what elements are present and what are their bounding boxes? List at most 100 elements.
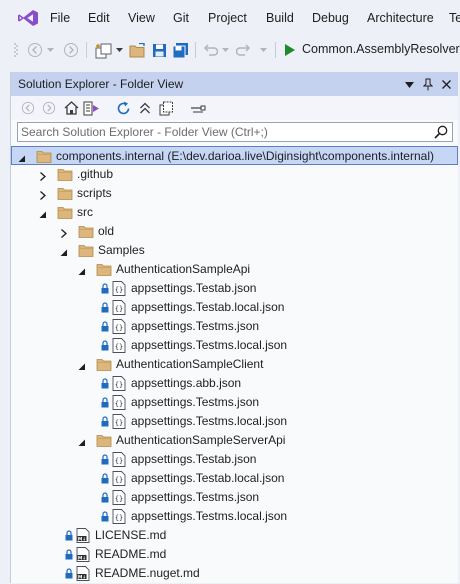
save-icon[interactable] bbox=[150, 41, 168, 59]
search-input[interactable] bbox=[21, 124, 421, 140]
new-project-icon[interactable] bbox=[93, 41, 113, 59]
tree-item[interactable]: {} appsettings.Testms.local.json bbox=[11, 412, 458, 431]
lock-icon bbox=[65, 530, 73, 541]
tree-item[interactable]: {} appsettings.Testms.local.json bbox=[11, 336, 458, 355]
markdown-file-icon: M↓ bbox=[75, 566, 91, 581]
lock-icon bbox=[101, 283, 109, 294]
json-file-icon: {} bbox=[111, 300, 127, 315]
toolbar-grip[interactable] bbox=[12, 41, 20, 59]
svg-text:{}: {} bbox=[115, 457, 123, 465]
forward-icon[interactable] bbox=[62, 41, 80, 59]
pin-icon[interactable] bbox=[421, 76, 435, 92]
redo-dropdown-icon[interactable] bbox=[258, 41, 268, 59]
tree-item-label: appsettings.Testab.json bbox=[131, 281, 257, 295]
properties-icon[interactable] bbox=[189, 99, 207, 117]
tree-item-label: appsettings.Testms.local.json bbox=[131, 414, 288, 428]
tree-item[interactable]: M↓ README.md bbox=[11, 545, 458, 564]
close-icon[interactable] bbox=[439, 76, 453, 92]
search-icon[interactable] bbox=[434, 125, 448, 142]
redo-icon[interactable] bbox=[235, 41, 253, 59]
tree-item-label: appsettings.Testms.json bbox=[131, 319, 260, 333]
tree-item-label: scripts bbox=[77, 186, 112, 200]
menu-build[interactable]: Build bbox=[266, 11, 294, 25]
expanded-chevron-icon[interactable] bbox=[77, 360, 86, 370]
menu-edit[interactable]: Edit bbox=[88, 11, 110, 25]
panel-title-bar: Solution Explorer - Folder View bbox=[11, 72, 458, 96]
menu-view[interactable]: View bbox=[128, 11, 155, 25]
tree-item-label: appsettings.Testms.local.json bbox=[131, 509, 288, 523]
menu-architecture[interactable]: Architecture bbox=[367, 11, 434, 25]
svg-text:M↓: M↓ bbox=[78, 574, 86, 580]
tree-item[interactable]: M↓ README.nuget.md bbox=[11, 564, 458, 583]
tree-item[interactable]: old bbox=[11, 222, 458, 241]
svg-text:{}: {} bbox=[115, 400, 123, 408]
lock-icon bbox=[65, 549, 73, 560]
main-toolbar: Common.AssemblyResolver.c bbox=[0, 36, 460, 64]
undo-icon[interactable] bbox=[201, 41, 219, 59]
tree-item[interactable]: {} appsettings.Testms.local.json bbox=[11, 507, 458, 526]
expanded-chevron-icon[interactable] bbox=[38, 208, 47, 218]
forward-icon[interactable] bbox=[40, 99, 58, 117]
home-icon[interactable] bbox=[62, 99, 80, 117]
folder-icon bbox=[57, 205, 73, 220]
collapse-all-icon[interactable] bbox=[136, 99, 154, 117]
menu-debug[interactable]: Debug bbox=[312, 11, 349, 25]
search-box[interactable] bbox=[17, 122, 453, 142]
expanded-chevron-icon[interactable] bbox=[77, 265, 86, 275]
folder-icon bbox=[78, 224, 94, 239]
menu-test[interactable]: Te bbox=[449, 11, 460, 25]
start-debugging-icon[interactable] bbox=[282, 41, 298, 59]
tree-item-label: README.nuget.md bbox=[95, 566, 200, 580]
tree-item-label: appsettings.Testab.local.json bbox=[131, 471, 285, 485]
expanded-chevron-icon[interactable] bbox=[17, 152, 26, 162]
tree-item[interactable]: {} appsettings.Testms.json bbox=[11, 488, 458, 507]
markdown-file-icon: M↓ bbox=[75, 547, 91, 562]
menu-project[interactable]: Project bbox=[208, 11, 247, 25]
tree-item[interactable]: AuthenticationSampleServerApi bbox=[11, 431, 458, 450]
expanded-chevron-icon[interactable] bbox=[59, 246, 68, 256]
save-all-icon[interactable] bbox=[171, 41, 189, 59]
back-icon[interactable] bbox=[26, 41, 44, 59]
json-file-icon: {} bbox=[111, 490, 127, 505]
back-dropdown-icon[interactable] bbox=[45, 41, 55, 59]
tree-item[interactable]: AuthenticationSampleApi bbox=[11, 260, 458, 279]
visual-studio-logo-icon[interactable] bbox=[17, 9, 39, 27]
tree-item[interactable]: {} appsettings.Testab.json bbox=[11, 279, 458, 298]
tree-item[interactable]: {} appsettings.Testab.local.json bbox=[11, 469, 458, 488]
tree-item[interactable]: {} appsettings.Testms.json bbox=[11, 393, 458, 412]
svg-text:{}: {} bbox=[115, 476, 123, 484]
tree-item[interactable]: src bbox=[11, 203, 458, 222]
tree-item[interactable]: M↓ LICENSE.md bbox=[11, 526, 458, 545]
undo-dropdown-icon[interactable] bbox=[220, 41, 230, 59]
collapsed-chevron-icon[interactable] bbox=[38, 189, 47, 200]
tree-item[interactable]: .github bbox=[11, 165, 458, 184]
tree-item[interactable]: AuthenticationSampleClient bbox=[11, 355, 458, 374]
tree-item[interactable]: {} appsettings.Testms.json bbox=[11, 317, 458, 336]
markdown-file-icon: M↓ bbox=[75, 528, 91, 543]
collapsed-chevron-icon[interactable] bbox=[38, 170, 47, 181]
menu-file[interactable]: File bbox=[50, 11, 70, 25]
tree-item-label: appsettings.Testms.local.json bbox=[131, 338, 288, 352]
tree-item[interactable]: scripts bbox=[11, 184, 458, 203]
open-folder-icon[interactable] bbox=[127, 41, 147, 59]
tree-item[interactable]: components.internal (E:\dev.darioa.live\… bbox=[11, 146, 458, 165]
tree-item-label: appsettings.Testab.local.json bbox=[131, 300, 285, 314]
tree-item[interactable]: {} appsettings.Testab.local.json bbox=[11, 298, 458, 317]
switch-views-icon[interactable] bbox=[82, 99, 100, 117]
lock-icon bbox=[101, 321, 109, 332]
window-position-icon[interactable] bbox=[402, 76, 416, 92]
tree-item[interactable]: {} appsettings.abb.json bbox=[11, 374, 458, 393]
new-dropdown-icon[interactable] bbox=[114, 41, 124, 59]
menu-git[interactable]: Git bbox=[173, 11, 189, 25]
sync-icon[interactable] bbox=[114, 99, 132, 117]
tree-item[interactable]: {} appsettings.Testab.json bbox=[11, 450, 458, 469]
startup-project-label[interactable]: Common.AssemblyResolver.c bbox=[302, 42, 460, 56]
collapsed-chevron-icon[interactable] bbox=[59, 227, 68, 238]
show-all-files-icon[interactable] bbox=[157, 99, 175, 117]
back-icon[interactable] bbox=[19, 99, 37, 117]
svg-text:{}: {} bbox=[115, 514, 123, 522]
json-file-icon: {} bbox=[111, 414, 127, 429]
lock-icon bbox=[101, 492, 109, 503]
tree-item[interactable]: Samples bbox=[11, 241, 458, 260]
expanded-chevron-icon[interactable] bbox=[77, 436, 86, 446]
